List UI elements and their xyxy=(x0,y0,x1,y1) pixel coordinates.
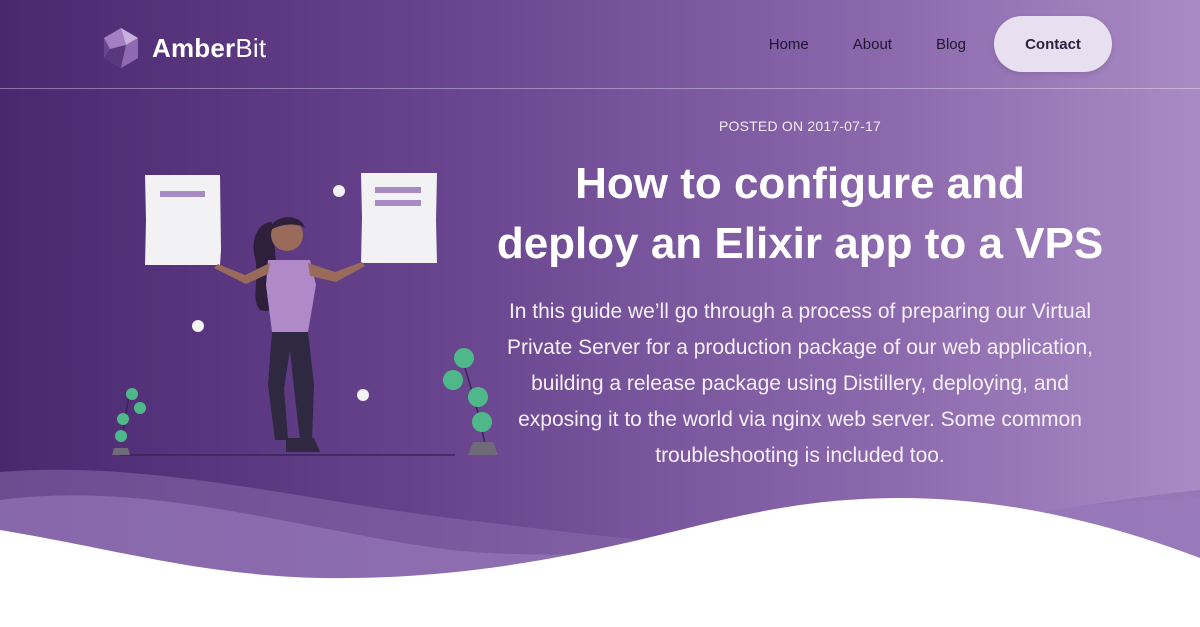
dot-decoration xyxy=(333,185,345,197)
brand-name: AmberBit xyxy=(152,33,266,64)
title-line-1: How to configure and xyxy=(575,159,1025,208)
plant-left-icon xyxy=(112,387,146,455)
hero-section: AmberBit Home About Blog Contact POSTED … xyxy=(0,0,1200,627)
geometric-gem-icon xyxy=(104,28,138,68)
dot-decoration xyxy=(192,320,204,332)
document-left-icon xyxy=(145,175,221,265)
document-right-icon xyxy=(361,173,437,263)
woman-holding-documents-illustration xyxy=(112,173,498,456)
nav-about[interactable]: About xyxy=(853,36,892,53)
dot-decoration xyxy=(357,389,369,401)
post-description: In this guide we’ll go through a process… xyxy=(506,300,1093,467)
brand-logo[interactable]: AmberBit xyxy=(102,26,266,70)
nav-blog[interactable]: Blog xyxy=(936,36,966,53)
brand-name-bold: Amber xyxy=(152,32,236,63)
main-nav: Home About Blog Contact xyxy=(769,16,1112,72)
contact-button[interactable]: Contact xyxy=(994,16,1112,72)
nav-home[interactable]: Home xyxy=(769,36,809,53)
page-title: How to configure and deploy an Elixir ap… xyxy=(490,154,1110,274)
post-date: POSTED ON 2017-07-17 xyxy=(719,118,881,134)
post-content: POSTED ON 2017-07-17 How to configure an… xyxy=(490,118,1110,474)
brand-name-light: Bit xyxy=(235,32,267,63)
woman-figure-icon xyxy=(214,217,365,452)
site-header: AmberBit Home About Blog Contact xyxy=(0,0,1200,89)
title-line-2: deploy an Elixir app to a VPS xyxy=(496,219,1104,268)
